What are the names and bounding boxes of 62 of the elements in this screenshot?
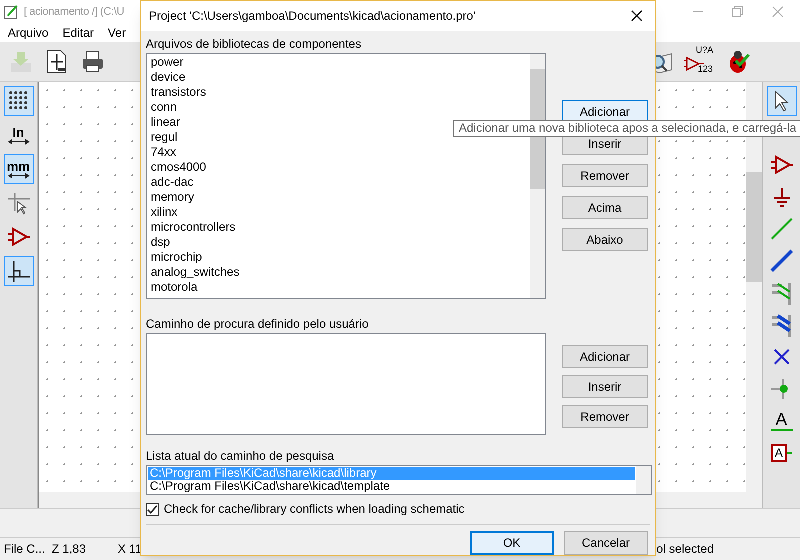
list-item[interactable]: adc-dac <box>151 175 530 190</box>
list-item[interactable]: microchip <box>151 250 530 265</box>
dialog-button[interactable]: Adicionar <box>562 345 648 368</box>
dialog-button[interactable]: Remover <box>562 405 648 428</box>
status-text: X 11 <box>117 541 143 558</box>
dialog-button[interactable]: Acima <box>562 196 648 219</box>
status-text: ol selected <box>656 541 715 558</box>
dialog-button[interactable]: Abaixo <box>562 228 648 251</box>
diagonal-line-icon <box>770 217 794 241</box>
orthogonal-button[interactable] <box>4 256 34 286</box>
units-button[interactable]: In <box>4 120 34 150</box>
list-item[interactable]: C:\Program Files\KiCad\share\kicad\template <box>148 480 635 493</box>
menu-item[interactable]: Ver <box>108 24 126 42</box>
grid-icon <box>8 90 30 112</box>
section-label: Caminho de procura definido pelo usuário <box>146 316 370 333</box>
global-label-tool-button[interactable]: A <box>766 438 796 468</box>
search-path-list[interactable]: C:\Program Files\KiCad\share\kicad\library C:\Program Files\KiCad\share\kicad\template <box>146 465 652 495</box>
printer-icon[interactable] <box>80 48 106 74</box>
right-angle-icon <box>6 259 30 283</box>
user-path-list[interactable] <box>146 333 546 435</box>
app-logo-icon <box>4 4 20 20</box>
double-arrow-icon <box>8 172 30 178</box>
list-item[interactable]: dsp <box>151 235 530 250</box>
label-tool-button[interactable]: A <box>766 406 796 436</box>
ok-button[interactable]: OK <box>470 531 554 555</box>
amplifier-icon <box>770 153 794 177</box>
units-button[interactable]: mm <box>4 154 34 184</box>
list-item[interactable]: 74xx <box>151 145 530 160</box>
window-title: [ acionamento /] (C:\U <box>24 4 124 20</box>
list-item[interactable]: analog_switches <box>151 265 530 280</box>
dialog-button[interactable]: Inserir <box>562 375 648 398</box>
checkbox-label: Check for cache/library conflicts when loading schematic <box>164 501 465 518</box>
cancel-button[interactable]: Cancelar <box>564 531 648 555</box>
crosshair-cursor-icon <box>6 191 30 215</box>
list-item[interactable]: device <box>151 70 530 85</box>
dialog-button[interactable]: Remover <box>562 164 648 187</box>
grid-toggle-button[interactable] <box>4 86 34 116</box>
double-arrow-icon <box>8 138 30 144</box>
list-item[interactable]: transistors <box>151 85 530 100</box>
entry-lines-icon <box>770 281 794 305</box>
list-item[interactable]: motorola <box>151 280 530 295</box>
section-label: Arquivos de bibliotecas de componentes <box>146 36 362 53</box>
status-text: File C... <box>3 541 46 558</box>
amplifier-icon <box>6 225 30 249</box>
menu-item[interactable]: Arquivo <box>8 24 49 42</box>
list-item[interactable]: memory <box>151 190 530 205</box>
menu-item[interactable]: Editar <box>62 24 94 42</box>
diagonal-line-icon <box>770 249 794 273</box>
status-text: Z 1,83 <box>51 541 88 558</box>
entry-lines-icon <box>770 313 794 337</box>
select-tool-button[interactable] <box>766 86 796 116</box>
section-label: Lista atual do caminho de pesquisa <box>146 448 336 465</box>
dialog-title: Project 'C:\Users\gamboa\Documents\kicad\acionamento.pro' <box>149 8 476 25</box>
cross-icon <box>772 347 792 367</box>
checkbox[interactable] <box>146 502 159 516</box>
list-item[interactable]: power <box>151 55 530 70</box>
close-icon[interactable] <box>631 10 643 22</box>
list-item[interactable]: microcontrollers <box>151 220 530 235</box>
list-item[interactable]: conn <box>151 100 530 115</box>
list-item[interactable]: xilinx <box>151 205 530 220</box>
list-item[interactable]: cmos4000 <box>151 160 530 175</box>
tooltip: Adicionar uma nova biblioteca apos a selecionada, e carregá-la <box>453 120 800 137</box>
